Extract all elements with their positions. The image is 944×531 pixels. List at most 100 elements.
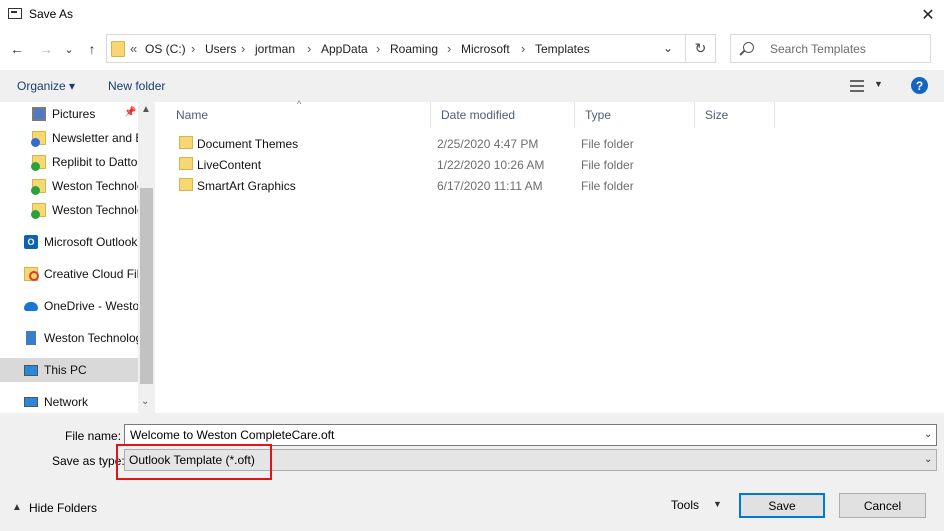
file-name-label: File name: [65,429,122,443]
address-dropdown-icon[interactable]: ⌄ [663,41,673,55]
breadcrumb-separator[interactable]: › [521,41,525,56]
up-button[interactable]: ↑ [82,38,102,60]
hide-folders-label: Hide Folders [29,501,98,515]
search-icon [743,42,754,53]
file-date: 1/22/2020 10:26 AM [437,158,545,172]
save-as-type-dropdown-icon[interactable]: ⌄ [924,454,932,465]
folder-icon [179,136,193,149]
search-placeholder: Search Templates [770,42,866,56]
nav-item-weston-1[interactable]: Weston Technolo [0,174,138,198]
column-header-date[interactable]: Date modified [431,102,575,128]
breadcrumb-templates[interactable]: Templates [535,42,590,56]
folder-icon [179,178,193,191]
nav-item-creative-cloud[interactable]: Creative Cloud Fil [0,262,138,286]
this-pc-icon [24,365,38,376]
save-button[interactable]: Save [739,493,825,518]
file-date: 6/17/2020 11:11 AM [437,179,543,193]
breadcrumb-jortman[interactable]: jortman [255,42,295,56]
back-button[interactable]: ← [7,38,27,60]
breadcrumb-separator[interactable]: › [447,41,451,56]
nav-scrollbar-thumb[interactable] [140,188,153,384]
file-type: File folder [581,137,634,151]
breadcrumb-appdata[interactable]: AppData [321,42,368,56]
file-name-dropdown-icon[interactable]: ⌄ [924,429,932,440]
nav-item-label: Weston Technolog [44,331,138,345]
pictures-icon [32,107,46,121]
nav-item-label: Newsletter and E [52,131,138,145]
navigation-pane: Pictures 📌 Newsletter and E Replibit to … [0,102,156,413]
file-name: SmartArt Graphics [197,179,296,193]
nav-item-label: Pictures [52,107,96,121]
nav-item-label: Network [44,395,89,409]
highlight-annotation [116,444,272,480]
title-bar: Save As ✕ [0,0,944,30]
view-options-icon[interactable] [850,80,864,92]
breadcrumb-separator[interactable]: › [376,41,380,56]
nav-item-replibit[interactable]: Replibit to Datto [0,150,138,174]
new-folder-button[interactable]: New folder [108,79,165,93]
breadcrumb-overflow[interactable]: « [130,41,137,56]
sort-ascending-icon: ^ [297,99,302,109]
tools-button[interactable]: Tools [671,498,699,512]
scroll-down-icon[interactable]: ⌄ [141,396,149,407]
search-input[interactable]: Search Templates [730,34,931,63]
folder-check-icon [31,179,46,195]
breadcrumb-separator[interactable]: › [307,41,311,56]
column-header-type[interactable]: Type [575,102,695,128]
nav-item-label: Weston Technolo [52,179,138,193]
creative-cloud-icon [24,267,39,281]
breadcrumb-roaming[interactable]: Roaming [390,42,438,56]
network-icon [24,397,38,407]
nav-item-label: Creative Cloud Fil [44,267,138,281]
breadcrumb-separator[interactable]: › [241,41,245,56]
nav-item-weston-sharepoint[interactable]: Weston Technolog [0,326,138,350]
folder-icon [111,41,125,57]
file-date: 2/25/2020 4:47 PM [437,137,539,151]
nav-item-pictures[interactable]: Pictures 📌 [0,102,138,126]
breadcrumb-users[interactable]: Users [205,42,236,56]
refresh-button[interactable]: ↻ [686,34,716,63]
file-list: Name ^ Date modified Type Size Document … [166,99,944,413]
cancel-button[interactable]: Cancel [839,493,926,518]
scroll-up-icon[interactable]: ▲ [141,104,151,115]
nav-item-network[interactable]: Network [0,390,138,413]
help-icon[interactable]: ? [911,77,928,94]
nav-item-label: Weston Technolo [52,203,138,217]
nav-item-this-pc[interactable]: This PC [0,358,138,382]
tools-dropdown-icon[interactable]: ▼ [713,499,722,509]
table-row[interactable]: SmartArt Graphics 6/17/2020 11:11 AM Fil… [166,175,944,196]
pin-icon: 📌 [124,107,137,118]
folder-check-icon [31,155,46,171]
window-title: Save As [29,7,74,21]
close-button[interactable]: ✕ [912,0,944,30]
table-row[interactable]: Document Themes 2/25/2020 4:47 PM File f… [166,133,944,154]
file-name: LiveContent [197,158,262,172]
folder-sync-icon [31,131,46,147]
view-options-dropdown[interactable]: ▼ [874,79,883,89]
forward-button[interactable]: → [36,38,56,60]
column-header-size[interactable]: Size [695,102,775,128]
save-as-type-label: Save as type: [52,454,125,468]
nav-item-outlook[interactable]: O Microsoft Outlook [0,230,138,254]
address-bar[interactable]: « OS (C:) › Users › jortman › AppData › … [106,34,686,63]
folder-check-icon [31,203,46,219]
breadcrumb-separator[interactable]: › [191,41,195,56]
command-toolbar: Organize ▾ New folder ▼ [0,70,944,102]
breadcrumb-microsoft[interactable]: Microsoft [461,42,510,56]
file-name: Document Themes [197,137,299,151]
file-type: File folder [581,158,634,172]
file-name-input[interactable] [124,424,937,446]
table-row[interactable]: LiveContent 1/22/2020 10:26 AM File fold… [166,154,944,175]
onedrive-icon [24,302,38,311]
nav-item-label: This PC [44,363,87,377]
nav-item-weston-2[interactable]: Weston Technolo [0,198,138,222]
folder-icon [179,157,193,170]
recent-locations-button[interactable]: ⌄ [61,38,77,60]
breadcrumb-os-c[interactable]: OS (C:) [145,42,186,56]
organize-button[interactable]: Organize ▾ [17,79,75,93]
nav-item-newsletter[interactable]: Newsletter and E [0,126,138,150]
chevron-up-icon: ▲ [12,502,22,513]
outlook-icon: O [24,235,38,249]
nav-item-label: Replibit to Datto [52,155,138,169]
nav-item-onedrive[interactable]: OneDrive - Westo [0,294,138,318]
